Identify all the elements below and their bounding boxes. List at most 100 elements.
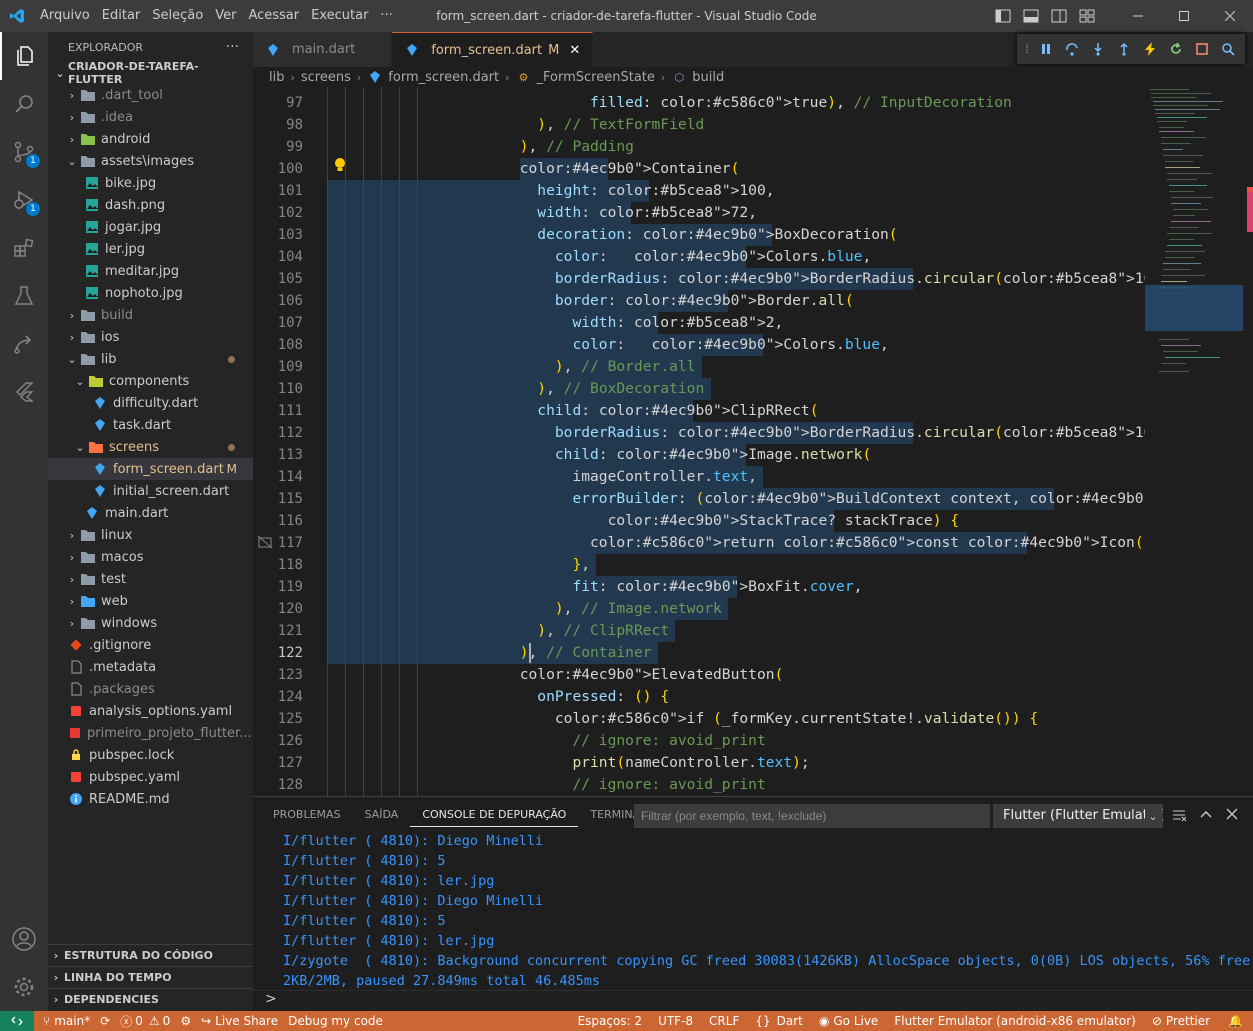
branch-status[interactable]: ⑂ main*	[38, 1011, 95, 1031]
file-item[interactable]: difficulty.dart	[48, 392, 253, 414]
folder-item[interactable]: ⌄ assets\images	[48, 150, 253, 172]
settings-gear-icon[interactable]	[0, 963, 48, 1011]
run-debug-icon[interactable]: 1	[0, 176, 48, 224]
stop-icon[interactable]	[1189, 36, 1215, 62]
menu-item[interactable]: Ver	[209, 0, 242, 32]
prettier-status[interactable]: ⊘ Prettier	[1144, 1011, 1218, 1031]
file-item[interactable]: jogar.jpg	[48, 216, 253, 238]
file-item[interactable]: .packages	[48, 678, 253, 700]
maximize-panel-icon[interactable]	[1199, 807, 1213, 825]
file-item[interactable]: .metadata	[48, 656, 253, 678]
folder-item[interactable]: ⌄ components	[48, 370, 253, 392]
account-icon[interactable]	[0, 915, 48, 963]
tab-form-screen-dart[interactable]: form_screen.dart M ✕	[392, 32, 594, 67]
file-item[interactable]: meditar.jpg	[48, 260, 253, 282]
step-into-icon[interactable]	[1085, 36, 1111, 62]
maximize-button[interactable]	[1161, 0, 1207, 32]
folder-item[interactable]: › windows	[48, 612, 253, 634]
folder-item[interactable]: › web	[48, 590, 253, 612]
close-panel-icon[interactable]	[1225, 807, 1239, 825]
breadcrumb-item[interactable]: screens	[301, 70, 351, 85]
debug-session-select[interactable]: Flutter (Flutter Emulator)	[993, 804, 1163, 828]
live-share-status[interactable]: ↪ Live Share	[196, 1011, 283, 1031]
encoding-status[interactable]: UTF-8	[650, 1011, 701, 1031]
file-item[interactable]: .gitignore	[48, 634, 253, 656]
breakpoint-disabled-icon[interactable]	[257, 535, 273, 553]
remote-indicator-icon[interactable]	[0, 1011, 34, 1031]
flutter-icon[interactable]	[0, 368, 48, 416]
go-live-status[interactable]: ◉ Go Live	[811, 1011, 886, 1031]
breadcrumb-item[interactable]: _FormScreenState	[537, 70, 655, 85]
file-item[interactable]: dash.png	[48, 194, 253, 216]
toggle-primary-sidebar-icon[interactable]	[989, 0, 1017, 32]
testing-icon[interactable]	[0, 272, 48, 320]
source-control-icon[interactable]: 1	[0, 128, 48, 176]
tab-output[interactable]: SAÍDA	[353, 797, 411, 833]
menu-item[interactable]: Seleção	[146, 0, 209, 32]
breadcrumb-item[interactable]: build	[692, 70, 724, 85]
pause-icon[interactable]	[1033, 36, 1059, 62]
editor-scrollbar[interactable]	[1243, 87, 1253, 796]
debug-console-filter-input[interactable]	[634, 804, 990, 828]
code-editor[interactable]: 97 98 99 100 101 102 103 104 105 106 107 108 109 110 1…	[253, 87, 1253, 796]
language-status[interactable]: {} Dart	[747, 1011, 811, 1031]
step-out-icon[interactable]	[1111, 36, 1137, 62]
extensions-icon[interactable]	[0, 224, 48, 272]
file-item[interactable]: pubspec.lock	[48, 744, 253, 766]
file-item[interactable]: pubspec.yaml	[48, 766, 253, 788]
hot-reload-icon[interactable]	[1137, 36, 1163, 62]
file-item[interactable]: bike.jpg	[48, 172, 253, 194]
tab-main-dart[interactable]: main.dart	[253, 32, 393, 67]
file-item[interactable]: initial_screen.dart	[48, 480, 253, 502]
file-item[interactable]: task.dart	[48, 414, 253, 436]
restart-icon[interactable]	[1163, 36, 1189, 62]
search-icon[interactable]	[0, 80, 48, 128]
step-over-icon[interactable]	[1059, 36, 1085, 62]
file-item[interactable]: README.md	[48, 788, 253, 810]
file-item[interactable]: analysis_options.yaml	[48, 700, 253, 722]
devtools-icon[interactable]	[1215, 36, 1241, 62]
lightbulb-icon[interactable]	[333, 157, 347, 177]
notifications-bell-icon[interactable]: 🔔	[1218, 1011, 1253, 1031]
menu-item[interactable]: Acessar	[242, 0, 305, 32]
menu-item[interactable]: Arquivo	[34, 0, 96, 32]
close-tab-icon[interactable]: ✕	[569, 43, 580, 58]
eol-status[interactable]: CRLF	[701, 1011, 747, 1031]
folder-item[interactable]: › android	[48, 128, 253, 150]
debug-config-status[interactable]: Debug my code	[283, 1011, 388, 1031]
folder-item[interactable]: › .dart_tool	[48, 84, 253, 106]
more-actions-icon[interactable]: ···	[226, 39, 239, 55]
folder-item[interactable]: › ios	[48, 326, 253, 348]
menu-item[interactable]: ···	[374, 0, 398, 32]
breadcrumb-item[interactable]: form_screen.dart	[388, 70, 499, 85]
file-item[interactable]: primeiro_projeto_flutter....	[48, 722, 256, 744]
tab-problems[interactable]: PROBLEMAS	[261, 797, 353, 833]
folder-item[interactable]: › linux	[48, 524, 253, 546]
remote-icon[interactable]	[0, 320, 48, 368]
file-item[interactable]: form_screen.dart M	[48, 458, 253, 480]
debug-run-icon[interactable]: ⚙	[175, 1011, 196, 1031]
project-root[interactable]: ⌄ CRIADOR-DE-TAREFA-FLUTTER	[48, 60, 253, 86]
device-status[interactable]: Flutter Emulator (android-x86 emulator)	[886, 1011, 1144, 1031]
console-prompt-icon[interactable]: >	[265, 991, 277, 1007]
folder-item[interactable]: ⌄ lib	[48, 348, 253, 370]
customize-layout-icon[interactable]	[1073, 0, 1101, 32]
drag-handle-icon[interactable]: ⁞	[1021, 36, 1033, 62]
explorer-icon[interactable]	[0, 32, 48, 80]
file-item[interactable]: main.dart	[48, 502, 253, 524]
section-dependencies[interactable]: › DEPENDENCIES	[48, 988, 253, 1010]
menu-item[interactable]: Executar	[305, 0, 374, 32]
folder-item[interactable]: ⌄ screens	[48, 436, 253, 458]
breadcrumb-item[interactable]: lib	[269, 70, 284, 85]
file-item[interactable]: nophoto.jpg	[48, 282, 253, 304]
toggle-panel-icon[interactable]	[1017, 0, 1045, 32]
section-timeline[interactable]: › LINHA DO TEMPO	[48, 966, 253, 988]
minimap[interactable]	[1145, 87, 1243, 796]
folder-item[interactable]: › test	[48, 568, 253, 590]
toggle-secondary-sidebar-icon[interactable]	[1045, 0, 1073, 32]
menu-item[interactable]: Editar	[96, 0, 147, 32]
folder-item[interactable]: › macos	[48, 546, 253, 568]
indentation-status[interactable]: Espaços: 2	[570, 1011, 651, 1031]
minimize-button[interactable]	[1115, 0, 1161, 32]
folder-item[interactable]: › build	[48, 304, 253, 326]
